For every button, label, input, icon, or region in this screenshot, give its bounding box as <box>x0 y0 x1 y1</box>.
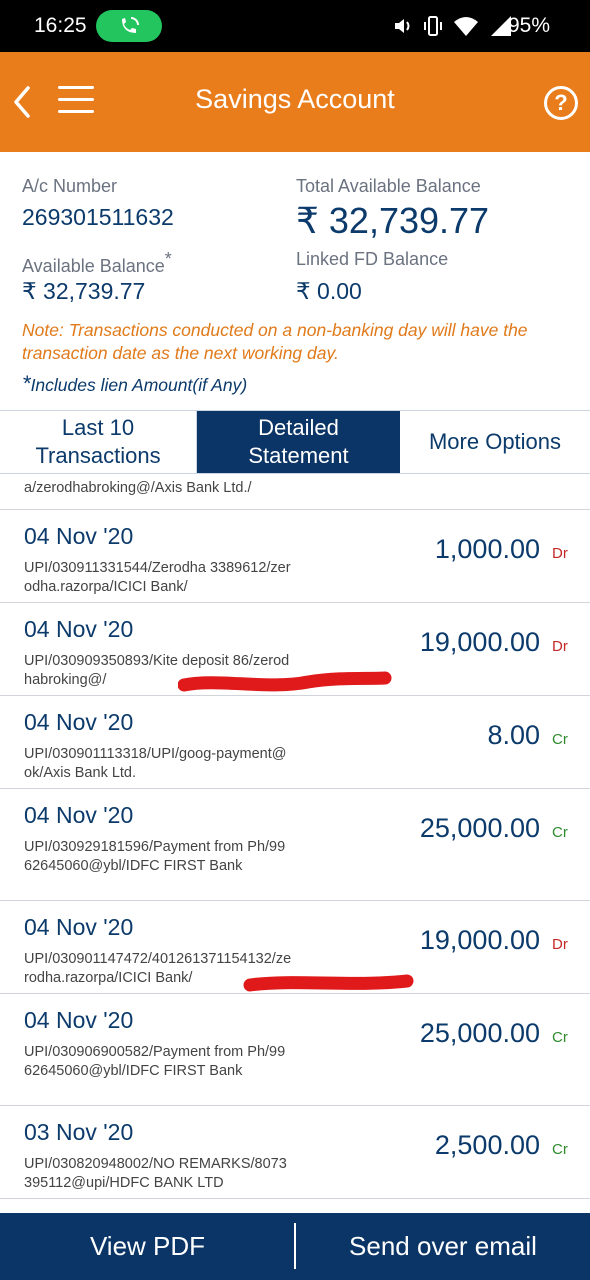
linked-fd-label: Linked FD Balance <box>296 249 449 269</box>
statement-tabs: Last 10 Transactions Detailed Statement … <box>0 410 590 474</box>
bottom-action-bar: View PDF Send over email <box>0 1213 590 1280</box>
transaction-amount: 19,000.00 <box>419 925 540 955</box>
send-email-button[interactable]: Send over email <box>296 1213 590 1280</box>
transaction-type: Dr <box>552 936 568 953</box>
status-bar: 16:25 95% <box>0 0 590 52</box>
ac-number-label: A/c Number <box>22 176 118 196</box>
view-pdf-button[interactable]: View PDF <box>0 1213 295 1280</box>
transaction-date: 04 Nov '20 <box>24 523 134 549</box>
total-balance: ₹ 32,739.77 <box>296 200 490 241</box>
transaction-amount: 2,500.00 <box>434 1130 540 1160</box>
transaction-row[interactable]: 03 Nov '20 UPI/030820948002/NO REMARKS/8… <box>0 1106 590 1199</box>
transaction-date: 04 Nov '20 <box>24 914 134 940</box>
status-time: 16:25 <box>34 14 87 37</box>
transaction-description: UPI/030901113318/UPI/goog-payment@ok/Axi… <box>24 746 287 781</box>
vibrate-icon <box>424 16 442 36</box>
account-summary: A/c Number 269301511632 Total Available … <box>0 152 590 410</box>
transaction-date: 04 Nov '20 <box>24 709 134 735</box>
ac-number: 269301511632 <box>22 204 174 230</box>
transaction-row[interactable]: 04 Nov '20 UPI/030929181596/Payment from… <box>0 789 590 901</box>
status-icons <box>393 14 513 38</box>
transaction-type: Cr <box>552 1029 568 1046</box>
transaction-date: 04 Nov '20 <box>24 802 134 828</box>
transaction-date: 04 Nov '20 <box>24 616 134 642</box>
transaction-type: Dr <box>552 545 568 562</box>
transaction-row[interactable]: 04 Nov '20 UPI/030911331544/Zerodha 3389… <box>0 510 590 603</box>
tab-more-options[interactable]: More Options <box>400 411 590 473</box>
asterisk-mark: * <box>164 249 172 269</box>
transaction-type: Cr <box>552 1141 568 1158</box>
available-balance: ₹ 32,739.77 <box>22 278 146 304</box>
transaction-row[interactable]: 04 Nov '20 UPI/030901113318/UPI/goog-pay… <box>0 696 590 789</box>
lien-note: *Includes lien Amount(if Any) <box>22 371 248 396</box>
transaction-type: Cr <box>552 731 568 748</box>
call-active-icon[interactable] <box>96 10 162 42</box>
help-icon[interactable]: ? <box>544 86 578 120</box>
app-header: Savings Account ? <box>0 52 590 152</box>
page-title: Savings Account <box>195 84 395 114</box>
transaction-amount: 25,000.00 <box>419 1018 540 1048</box>
list-item-fragment: a/zerodhabroking@/Axis Bank Ltd./ <box>0 474 590 510</box>
transaction-description: UPI/030911331544/Zerodha 3389612/zerodha… <box>24 560 291 595</box>
wifi-icon <box>454 17 478 36</box>
total-balance-label: Total Available Balance <box>296 176 481 196</box>
tab-last-10-transactions[interactable]: Last 10 Transactions <box>0 411 197 473</box>
transaction-type: Dr <box>552 638 568 655</box>
tab-detailed-statement[interactable]: Detailed Statement <box>197 411 400 473</box>
available-balance-label: Available Balance* <box>22 249 172 276</box>
transaction-type: Cr <box>552 824 568 841</box>
transaction-row[interactable]: 04 Nov '20 UPI/030906900582/Payment from… <box>0 994 590 1106</box>
transaction-list[interactable]: a/zerodhabroking@/Axis Bank Ltd./ 04 Nov… <box>0 474 590 1199</box>
transaction-date-note: Note: Transactions conducted on a non-ba… <box>22 320 528 363</box>
transaction-description: UPI/030820948002/NO REMARKS/8073395112@u… <box>24 1156 287 1191</box>
transaction-amount: 1,000.00 <box>434 534 540 564</box>
transaction-amount: 8.00 <box>487 720 540 750</box>
transaction-description: UPI/030929181596/Payment from Ph/9962645… <box>24 839 286 874</box>
linked-fd-balance: ₹ 0.00 <box>296 278 362 304</box>
volume-icon <box>395 19 410 33</box>
transaction-amount: 25,000.00 <box>419 813 540 843</box>
transaction-amount: 19,000.00 <box>419 627 540 657</box>
red-underline-annotation <box>178 671 392 692</box>
transaction-date: 04 Nov '20 <box>24 1007 134 1033</box>
transaction-description: UPI/030906900582/Payment from Ph/9962645… <box>24 1044 286 1079</box>
transaction-date: 03 Nov '20 <box>24 1119 134 1145</box>
battery-level: 95% <box>507 14 550 37</box>
red-underline-annotation <box>243 974 414 992</box>
